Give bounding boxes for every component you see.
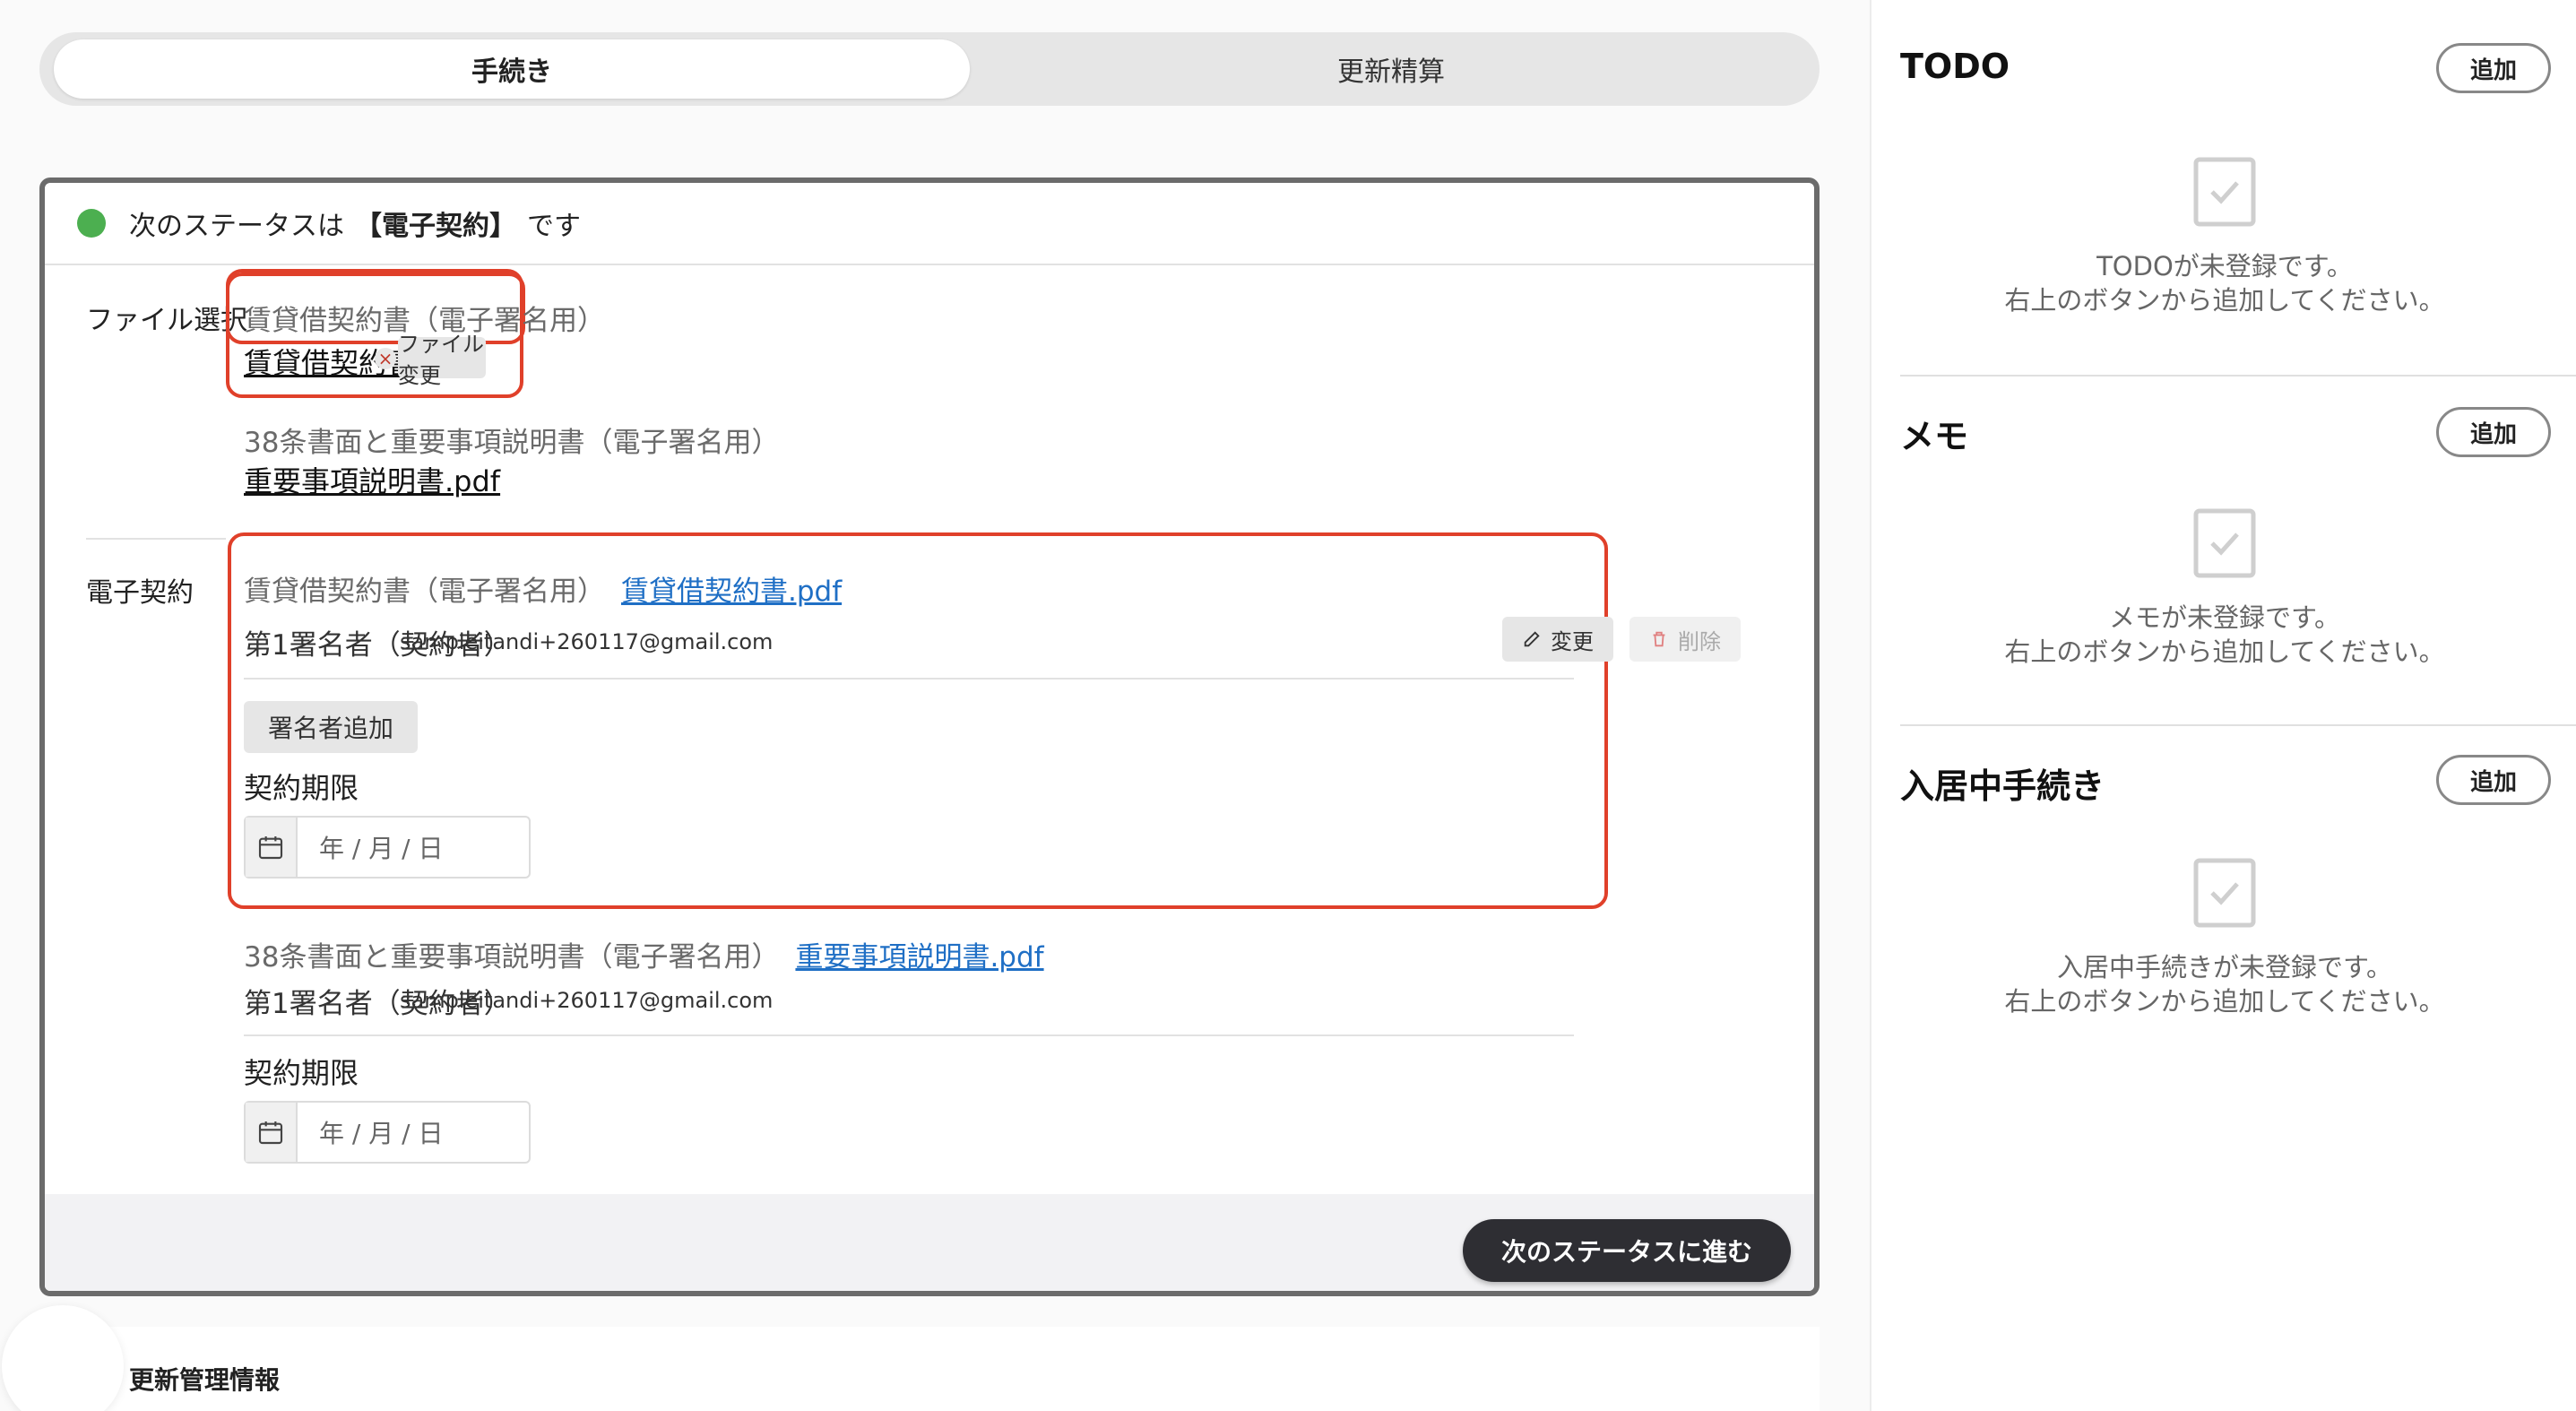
todo-add-button[interactable]: 追加 (2436, 43, 2551, 93)
sidebar-divider (1900, 724, 2576, 726)
date-placeholder: 年 / 月 / 日 (319, 1119, 444, 1148)
file-select-label: ファイル選択 (86, 305, 247, 336)
sidebar: TODO 追加 TODOが未登録です。 右上のボタンから追加してください。 メモ… (1870, 0, 2576, 1411)
trash-icon (1653, 631, 1665, 647)
empty-checkbox-icon (2193, 157, 2256, 227)
memo-title: メモ (1900, 417, 1969, 456)
status-footer: 次のステータスに進む (45, 1194, 1814, 1291)
main-panel: 手続き 更新精算 次のステータスは 【電子契約】 です ファイル選択 賃貸借契約… (0, 0, 1859, 1411)
tab-procedure[interactable]: 手続き (54, 39, 970, 99)
block2-title: 38条書面と重要事項説明書（電子署名用） 重要事項説明書.pdf (244, 941, 1044, 974)
floating-circle (2, 1305, 124, 1411)
status-suffix: です (527, 211, 581, 242)
move-in-title: 入居中手続き (1900, 766, 2105, 806)
empty-checkbox-icon (2193, 508, 2256, 578)
add-signer-button[interactable]: 署名者追加 (244, 701, 418, 753)
tab-renewal-settlement[interactable]: 更新精算 (970, 39, 1812, 99)
calendar-icon (246, 1103, 298, 1162)
renewal-info-title: 更新管理情報 (129, 1365, 281, 1395)
next-status-button[interactable]: 次のステータスに進む (1463, 1219, 1791, 1282)
block1-deadline-date-input[interactable]: 年 / 月 / 日 (244, 816, 531, 879)
renewal-info-card: 更新管理情報 (39, 1327, 1820, 1411)
status-header: 次のステータスは 【電子契約】 です (45, 183, 1814, 265)
block2-deadline-label: 契約期限 (244, 1056, 359, 1090)
block1-deadline-label: 契約期限 (244, 771, 359, 805)
sidebar-divider (1900, 375, 2576, 377)
pencil-icon (1524, 631, 1540, 647)
edit-signer-button[interactable]: 変更 (1502, 617, 1613, 662)
status-name: 【電子契約】 (355, 211, 516, 242)
remove-file-icon[interactable]: × (375, 348, 396, 369)
empty-checkbox-icon (2193, 858, 2256, 928)
doc2-title: 38条書面と重要事項説明書（電子署名用） (244, 427, 780, 459)
move-in-empty-text-2: 右上のボタンから追加してください。 (2004, 986, 2445, 1017)
block2-signer-email: sampleitandi+260117@gmail.com (400, 988, 774, 1013)
memo-add-button[interactable]: 追加 (2436, 407, 2551, 457)
status-dot-icon (77, 209, 106, 238)
todo-title: TODO (1900, 47, 2010, 86)
date-placeholder: 年 / 月 / 日 (319, 834, 444, 863)
e-contract-label: 電子契約 (86, 577, 194, 609)
block1-signer-email: sampleitandi+260117@gmail.com (400, 629, 774, 654)
delete-signer-button[interactable]: 削除 (1629, 617, 1741, 662)
row-divider (86, 538, 226, 540)
change-file-button[interactable]: ファイル変更 (398, 332, 486, 388)
memo-empty-text-2: 右上のボタンから追加してください。 (2004, 636, 2445, 667)
move-in-empty-text-1: 入居中手続きが未登録です。 (2056, 952, 2393, 983)
doc2-file-link[interactable]: 重要事項説明書.pdf (244, 459, 500, 500)
status-prefix: 次のステータスは (129, 211, 344, 242)
app-root: 手続き 更新精算 次のステータスは 【電子契約】 です ファイル選択 賃貸借契約… (0, 0, 2576, 1411)
move-in-add-button[interactable]: 追加 (2436, 755, 2551, 805)
todo-empty-text-1: TODOが未登録です。 (2096, 251, 2353, 281)
tab-bar: 手続き 更新精算 (39, 32, 1820, 106)
todo-empty-text-2: 右上のボタンから追加してください。 (2004, 285, 2445, 316)
block2-file-link[interactable]: 重要事項説明書.pdf (795, 941, 1043, 974)
block1-title: 賃貸借契約書（電子署名用） 賃貸借契約書.pdf (244, 576, 843, 608)
block2-deadline-date-input[interactable]: 年 / 月 / 日 (244, 1101, 531, 1164)
calendar-icon (246, 818, 298, 877)
status-card: 次のステータスは 【電子契約】 です ファイル選択 賃貸借契約書（電子署名用） … (39, 177, 1820, 1296)
signer-divider (244, 1034, 1574, 1036)
memo-empty-text-1: メモが未登録です。 (2108, 602, 2341, 633)
signer-divider (244, 678, 1574, 680)
block1-file-link[interactable]: 賃貸借契約書.pdf (621, 576, 842, 608)
